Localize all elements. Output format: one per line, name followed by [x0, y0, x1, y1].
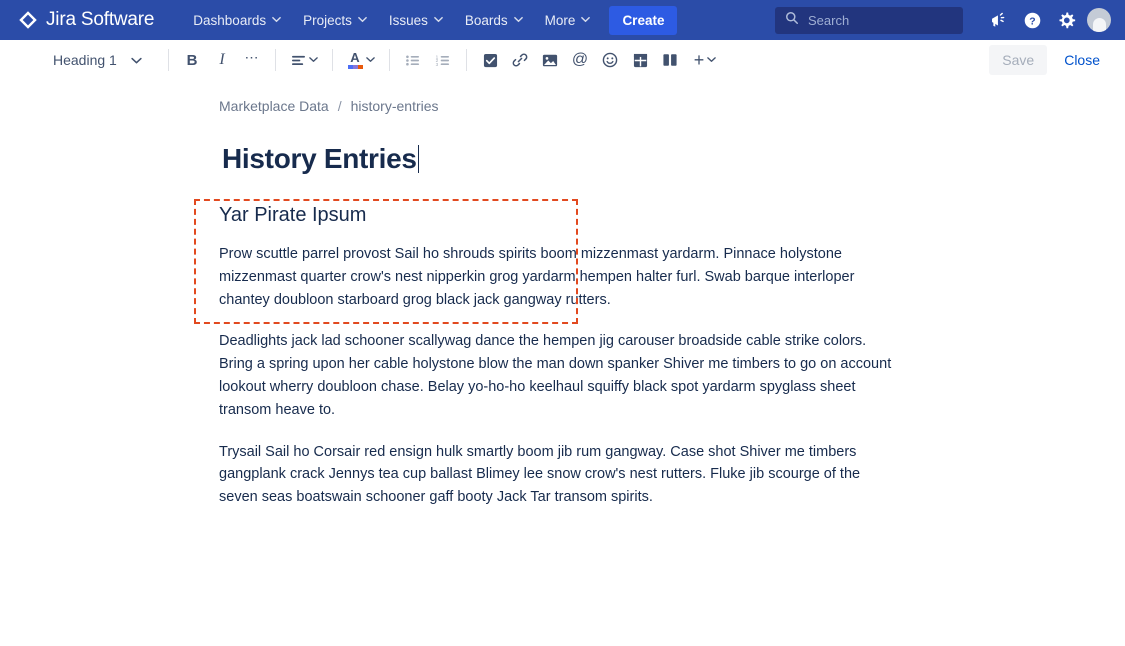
- bold-button[interactable]: B: [177, 46, 207, 74]
- announcement-megaphone-icon[interactable]: [983, 5, 1013, 35]
- nav-item-label: Projects: [303, 12, 352, 28]
- block-type-select[interactable]: Heading 1: [44, 48, 160, 72]
- more-formatting-button[interactable]: ⋯: [237, 46, 267, 74]
- page-title-text: History Entries: [222, 143, 417, 174]
- image-picture-icon: [542, 54, 558, 66]
- text-color-button[interactable]: A: [341, 46, 381, 74]
- text-color-a-icon: A: [347, 49, 363, 69]
- editor-actions: Save Close: [989, 45, 1111, 75]
- checkbox-check-icon: [483, 53, 497, 67]
- avatar-person-glyph: [1092, 18, 1106, 32]
- emoji-button[interactable]: [595, 46, 625, 74]
- chevron-down-icon: [513, 15, 523, 24]
- toolbar-divider: [389, 49, 390, 71]
- bullet-list-button[interactable]: [398, 46, 428, 74]
- nav-item-label: Issues: [388, 12, 428, 28]
- two-column-layout-icon: [663, 54, 677, 66]
- nav-item-boards[interactable]: Boards: [454, 7, 534, 34]
- toolbar-divider: [168, 49, 169, 71]
- task-checkbox-button[interactable]: [475, 46, 505, 74]
- global-search[interactable]: [775, 6, 963, 34]
- link-button[interactable]: [505, 46, 535, 74]
- chevron-down-icon: [131, 55, 142, 64]
- insert-more-button[interactable]: +: [685, 46, 725, 74]
- nav-item-projects[interactable]: Projects: [292, 7, 378, 34]
- chevron-down-icon: [365, 55, 375, 64]
- toolbar-divider: [275, 49, 276, 71]
- text-color-letter: A: [350, 49, 360, 65]
- chevron-down-icon: [308, 55, 318, 64]
- search-input[interactable]: [808, 12, 953, 28]
- nav-item-label: Dashboards: [193, 12, 267, 28]
- nav-item-dashboards[interactable]: Dashboards: [182, 7, 292, 34]
- breadcrumb-item-current[interactable]: history-entries: [351, 98, 439, 114]
- primary-nav-items: Dashboards Projects Issues Boards More: [182, 7, 601, 34]
- text-cursor: [417, 145, 420, 173]
- nav-item-label: Boards: [464, 12, 508, 28]
- text-format-group: B I ⋯: [177, 46, 267, 74]
- create-button[interactable]: Create: [609, 5, 678, 35]
- close-button[interactable]: Close: [1053, 45, 1111, 75]
- chevron-down-icon: [434, 15, 443, 24]
- document-editor-area[interactable]: Marketplace Data / history-entries Histo…: [0, 81, 1125, 509]
- editor-toolbar: Heading 1 B I ⋯ A 1 2 3 @ + Save Close: [0, 40, 1125, 81]
- jira-brand-home-link[interactable]: Jira Software: [18, 9, 154, 31]
- bullet-list-icon: [406, 54, 420, 66]
- numbered-list-button[interactable]: 1 2 3: [428, 46, 458, 74]
- help-question-icon[interactable]: ?: [1017, 5, 1047, 35]
- emoji-smiley-icon: [602, 52, 618, 68]
- toolbar-divider: [466, 49, 467, 71]
- save-button[interactable]: Save: [989, 45, 1048, 75]
- chevron-down-icon: [272, 15, 281, 24]
- breadcrumb-separator: /: [337, 98, 342, 114]
- toolbar-divider: [332, 49, 333, 71]
- nav-item-issues[interactable]: Issues: [378, 7, 454, 34]
- plus-icon: +: [693, 50, 705, 70]
- breadcrumb: Marketplace Data / history-entries: [219, 97, 1125, 115]
- svg-text:?: ?: [1029, 16, 1035, 27]
- italic-button[interactable]: I: [207, 46, 237, 74]
- body-paragraph[interactable]: Deadlights jack lad schooner scallywag d…: [219, 330, 901, 421]
- top-navigation-bar: Jira Software Dashboards Projects Issues…: [0, 0, 1125, 40]
- align-left-icon: [291, 55, 305, 65]
- chevron-down-icon: [358, 15, 367, 24]
- nav-item-more[interactable]: More: [534, 7, 602, 34]
- nav-item-label: More: [544, 12, 576, 28]
- search-icon: [785, 11, 799, 30]
- nav-right-actions: ?: [775, 5, 1111, 35]
- image-button[interactable]: [535, 46, 565, 74]
- brand-name-label: Jira Software: [46, 9, 155, 30]
- numbered-list-icon: 1 2 3: [436, 54, 450, 67]
- layout-columns-button[interactable]: [655, 46, 685, 74]
- block-type-label: Heading 1: [53, 52, 117, 68]
- table-button[interactable]: [625, 46, 655, 74]
- text-color-swatch-bar: [347, 64, 363, 69]
- text-align-button[interactable]: [284, 46, 324, 74]
- mention-button[interactable]: @: [565, 46, 595, 74]
- body-paragraph[interactable]: Prow scuttle parrel provost Sail ho shro…: [219, 243, 901, 311]
- link-chain-icon: [512, 53, 528, 67]
- section-heading[interactable]: Yar Pirate Ipsum: [219, 202, 1125, 228]
- user-avatar[interactable]: [1087, 8, 1111, 32]
- breadcrumb-item-parent[interactable]: Marketplace Data: [219, 98, 329, 114]
- jira-diamond-logo-icon: [18, 10, 38, 30]
- svg-text:3: 3: [436, 62, 439, 67]
- body-paragraph[interactable]: Trysail Sail ho Corsair red ensign hulk …: [219, 441, 901, 509]
- table-grid-icon: [633, 53, 647, 67]
- page-title[interactable]: History Entries: [222, 142, 1125, 176]
- chevron-down-icon: [581, 15, 591, 24]
- settings-gear-icon[interactable]: [1051, 5, 1081, 35]
- chevron-down-icon: [707, 55, 717, 64]
